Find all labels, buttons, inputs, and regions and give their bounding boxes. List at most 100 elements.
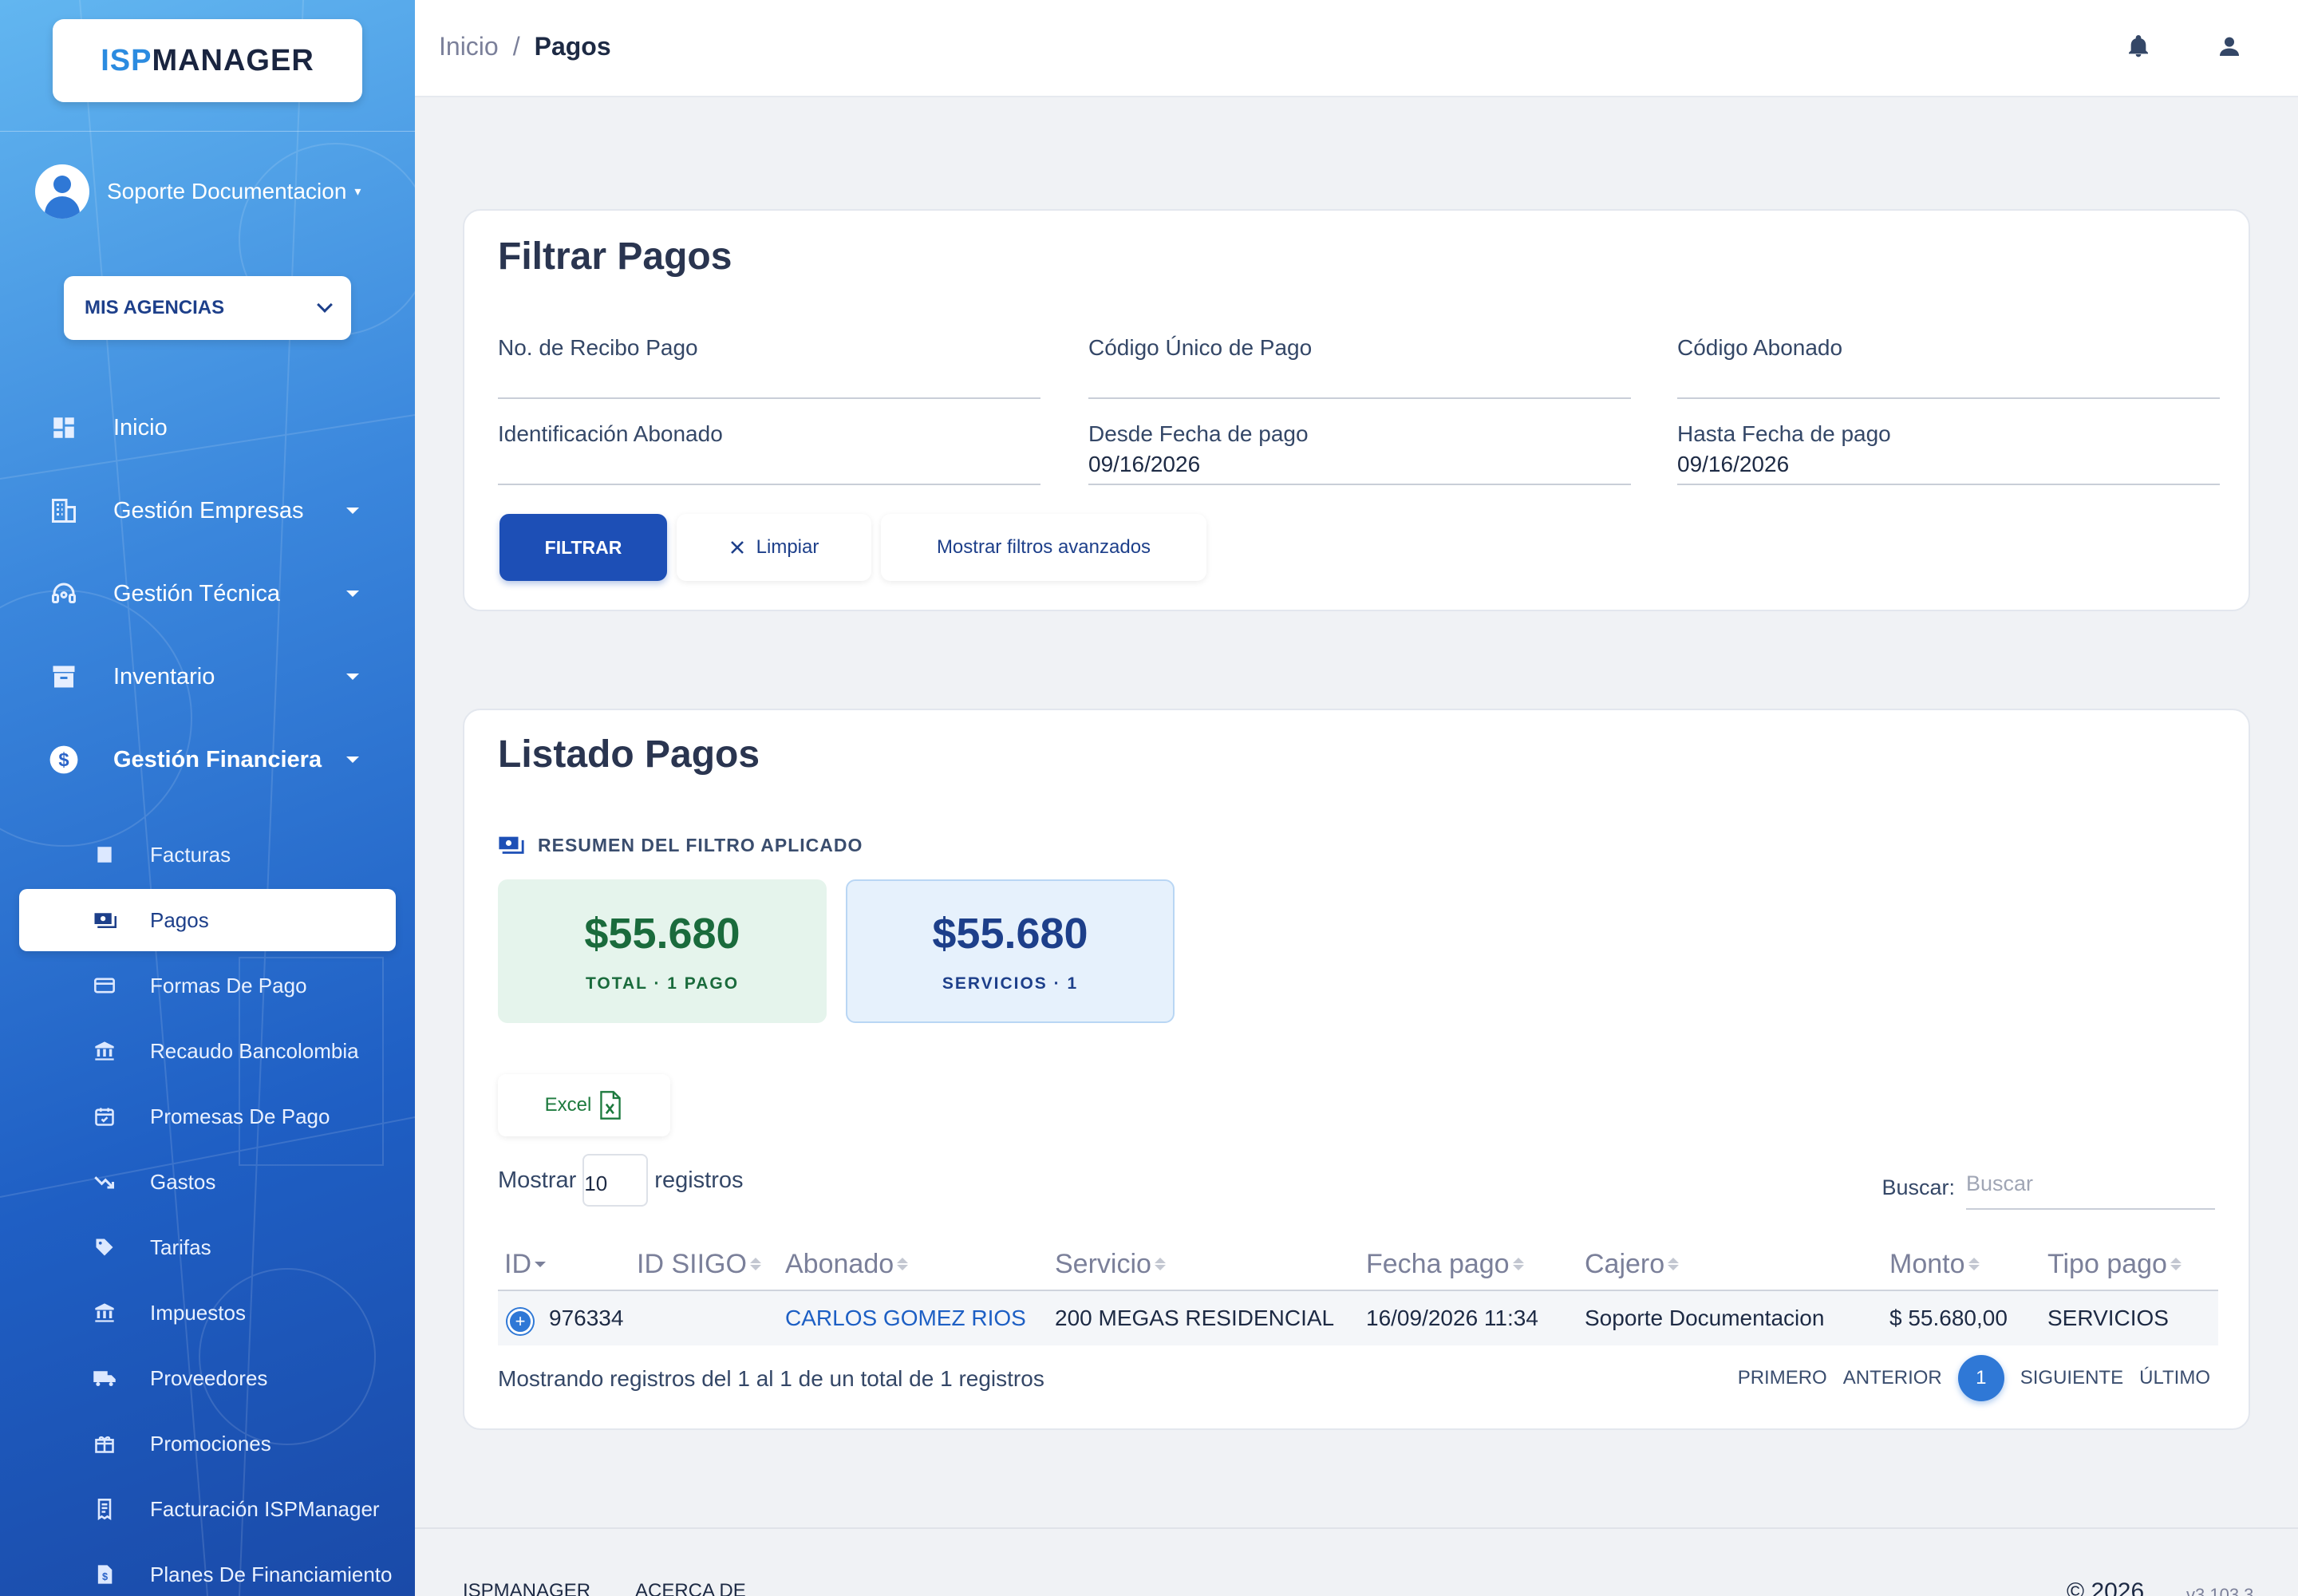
page-first-button[interactable]: PRIMERO [1738,1367,1827,1389]
breadcrumb-separator: / [512,32,520,61]
limpiar-button[interactable]: Limpiar [677,514,871,581]
caret-down-icon [346,674,359,680]
filtros-avanzados-button[interactable]: Mostrar filtros avanzados [881,514,1206,581]
dashboard-icon [48,412,80,444]
app-logo[interactable]: ISP MANAGER [53,19,362,102]
column-header-servicio[interactable]: Servicio [1055,1237,1166,1291]
page-length-select[interactable]: 10 [582,1154,649,1207]
sidebar-item-promesas-de-pago[interactable]: Promesas De Pago [19,1085,396,1148]
dollar-icon: $ [48,744,80,776]
sidebar-item-label: Promesas De Pago [150,1104,330,1128]
limpiar-label: Limpiar [756,536,819,558]
sort-icon [2170,1258,2182,1270]
desde-fecha-label: Desde Fecha de pago [1088,421,1309,446]
cell-cajero: Soporte Documentacion [1585,1306,1825,1330]
logo-text-manager: MANAGER [152,43,314,77]
search-input[interactable]: Buscar [1966,1165,2215,1210]
cell-abonado-link[interactable]: CARLOS GOMEZ RIOS [785,1291,1026,1345]
cell-servicio: 200 MEGAS RESIDENCIAL [1055,1306,1335,1330]
cell-fecha-pago: 16/09/2026 11:34 [1366,1306,1538,1330]
column-header-cajero[interactable]: Cajero [1585,1237,1680,1291]
payments-icon [91,907,118,934]
nav-item-gestion-empresas[interactable]: Gestión Empresas [48,487,367,535]
cell-tipo-pago: SERVICIOS [2047,1306,2169,1330]
nav-label: Gestión Técnica [113,580,281,606]
filtrar-button[interactable]: FILTRAR [499,514,667,581]
cell-id: + 976334 [507,1291,623,1345]
footer-link-acerca-de[interactable]: ACERCA DE [635,1580,746,1596]
recibo-field[interactable]: No. de Recibo Pago [498,335,1040,399]
receipt-icon [91,841,118,868]
desde-fecha-field[interactable]: Desde Fecha de pago 09/16/2026 [1088,421,1631,485]
sidebar-item-recaudo-bancolombia[interactable]: Recaudo Bancolombia [19,1020,396,1082]
sidebar-item-facturacion-ispmanager[interactable]: Facturación ISPManager [19,1478,396,1540]
column-header-id-siigo[interactable]: ID SIIGO [637,1237,761,1291]
sidebar-item-tarifas[interactable]: Tarifas [19,1216,396,1278]
codigo-abonado-field[interactable]: Código Abonado [1677,335,2220,399]
sidebar: ISP MANAGER Soporte Documentacion ▾ MIS A… [0,0,415,1596]
sidebar-item-label: Tarifas [150,1235,211,1259]
sidebar-item-label: Promociones [150,1431,271,1456]
breadcrumb-item-inicio[interactable]: Inicio [439,32,499,61]
table-search: Buscar: Buscar [1881,1165,2215,1210]
expand-row-icon[interactable]: + [507,1309,533,1334]
sort-icon [1154,1258,1166,1270]
sort-icon [749,1258,761,1270]
column-header-monto[interactable]: Monto [1889,1237,1980,1291]
user-menu[interactable]: Soporte Documentacion ▾ [35,164,361,219]
stat-total-caption: TOTAL · 1 PAGO [585,974,740,993]
nav-item-inventario[interactable]: Inventario [48,653,367,701]
column-header-id[interactable]: ID [504,1237,546,1291]
sidebar-item-label: Formas De Pago [150,973,307,998]
stat-servicios-caption: SERVICIOS · 1 [942,974,1079,993]
agency-selector-label: MIS AGENCIAS [85,297,225,318]
page-current-button[interactable]: 1 [1957,1355,2004,1401]
sidebar-item-proveedores[interactable]: Proveedores [19,1347,396,1409]
avatar [35,164,89,219]
sidebar-item-promociones[interactable]: Promociones [19,1412,396,1475]
page-last-button[interactable]: ÚLTIMO [2139,1367,2210,1389]
logo-text-isp: ISP [101,43,152,77]
table-header: ID ID SIIGO Abonado Servicio Fecha pago … [498,1237,2218,1291]
sidebar-item-pagos[interactable]: Pagos [19,889,396,951]
stat-total-amount: $55.680 [584,910,740,958]
excel-file-icon [600,1091,622,1120]
breadcrumb-item-current: Pagos [534,32,611,61]
column-header-tipo-pago[interactable]: Tipo pago [2047,1237,2182,1291]
sort-icon [1668,1258,1680,1270]
chevron-down-icon [317,297,333,313]
caret-down-icon [346,508,359,514]
sidebar-item-impuestos[interactable]: Impuestos [19,1282,396,1344]
search-label: Buscar: [1881,1175,1955,1199]
sidebar-item-formas-de-pago[interactable]: Formas De Pago [19,954,396,1017]
sidebar-item-planes-de-financiamiento[interactable]: $ Planes De Financiamiento [19,1543,396,1596]
user-icon[interactable] [2213,30,2245,62]
agency-selector[interactable]: MIS AGENCIAS [64,276,351,340]
table-row[interactable]: + 976334 CARLOS GOMEZ RIOS 200 MEGAS RES… [498,1291,2218,1345]
nav-item-gestion-tecnica[interactable]: Gestión Técnica [48,570,367,618]
payments-icon [499,836,524,854]
support-agent-icon [48,578,80,610]
breadcrumb: Inicio / Pagos [439,32,611,61]
codigo-unico-field[interactable]: Código Único de Pago [1088,335,1631,399]
identificacion-field[interactable]: Identificación Abonado [498,421,1040,485]
sidebar-item-facturas[interactable]: Facturas [19,824,396,886]
svg-text:$: $ [58,749,69,771]
excel-export-button[interactable]: Excel [498,1074,670,1136]
codigo-unico-label: Código Único de Pago [1088,335,1313,360]
page-prev-button[interactable]: ANTERIOR [1843,1367,1942,1389]
nav-item-inicio[interactable]: Inicio [48,404,367,452]
page-next-button[interactable]: SIGUIENTE [2020,1367,2123,1389]
sidebar-item-label: Pagos [150,907,209,932]
bell-icon[interactable] [2122,30,2154,62]
filter-title: Filtrar Pagos [498,235,732,278]
nav-item-gestion-financiera[interactable]: $ Gestión Financiera [48,736,367,784]
column-header-abonado[interactable]: Abonado [785,1237,909,1291]
hasta-fecha-field[interactable]: Hasta Fecha de pago 09/16/2026 [1677,421,2220,485]
footer-link-ispmanager[interactable]: ISPMANAGER [463,1580,590,1596]
topbar: Inicio / Pagos [415,0,2298,97]
sidebar-item-gastos[interactable]: Gastos [19,1151,396,1213]
column-header-fecha-pago[interactable]: Fecha pago [1366,1237,1524,1291]
codigo-abonado-label: Código Abonado [1677,335,1843,360]
resumen-label: RESUMEN DEL FILTRO APLICADO [538,835,863,855]
